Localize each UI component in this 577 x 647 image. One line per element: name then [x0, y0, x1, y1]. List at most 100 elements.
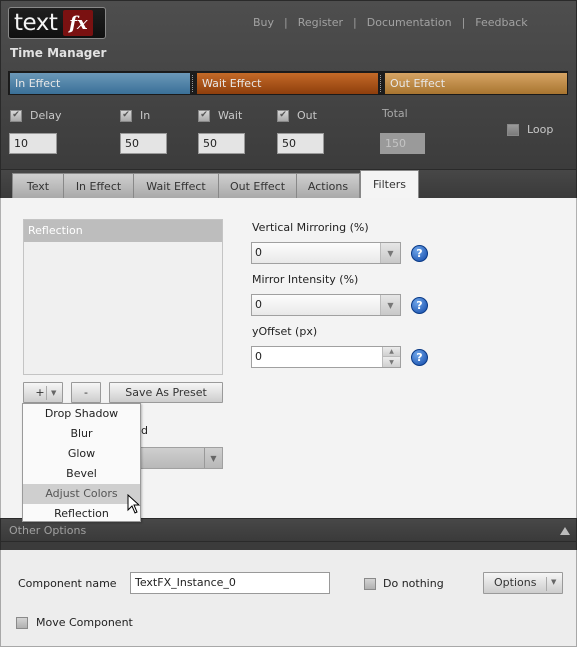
- menu-item-drop-shadow[interactable]: Drop Shadow: [23, 404, 140, 424]
- vertical-mirroring-select[interactable]: 0 ▼: [251, 242, 401, 264]
- logo-text: text: [14, 10, 58, 36]
- wait-checkbox-row[interactable]: ✔ Wait: [198, 109, 242, 122]
- dropdown-arrow-icon: ▼: [551, 578, 557, 586]
- dropdown-arrow-icon: ▼: [204, 448, 222, 468]
- other-options-panel: Component name TextFX_Instance_0 Do noth…: [0, 550, 577, 647]
- wait-checkbox[interactable]: ✔: [198, 109, 210, 122]
- loop-checkbox[interactable]: [507, 123, 519, 136]
- dropdown-arrow-icon: ▼: [51, 388, 57, 397]
- other-options-divider: [0, 542, 577, 550]
- mirror-intensity-value: 0: [255, 298, 262, 311]
- move-component-label: Move Component: [36, 616, 133, 629]
- nav-link-buy[interactable]: Buy: [253, 16, 274, 29]
- yoffset-label: yOffset (px): [252, 325, 318, 338]
- dropdown-arrow-icon[interactable]: ▼: [380, 243, 400, 263]
- effect-timeline: In Effect Wait Effect Out Effect: [8, 71, 568, 95]
- loop-checkbox-row[interactable]: Loop: [507, 123, 553, 136]
- move-component-checkbox[interactable]: [16, 616, 28, 629]
- tab-wait-effect[interactable]: Wait Effect: [133, 173, 219, 198]
- tab-out-effect[interactable]: Out Effect: [218, 173, 297, 198]
- stepper-up-icon[interactable]: ▲: [382, 347, 400, 357]
- stepper-down-icon[interactable]: ▼: [382, 357, 400, 367]
- menu-item-reflection[interactable]: Reflection: [23, 504, 140, 524]
- mirror-intensity-select[interactable]: 0 ▼: [251, 294, 401, 316]
- mirror-intensity-label: Mirror Intensity (%): [252, 273, 359, 286]
- textfx-logo: text fx: [8, 7, 106, 39]
- menu-item-glow[interactable]: Glow: [23, 444, 140, 464]
- delay-checkbox-row[interactable]: ✔ Delay: [10, 109, 62, 122]
- out-checkbox[interactable]: ✔: [277, 109, 289, 122]
- top-navigation: Buy | Register | Documentation | Feedbac…: [253, 16, 528, 29]
- do-nothing-label: Do nothing: [383, 577, 444, 590]
- filter-list[interactable]: Reflection: [23, 219, 223, 375]
- timeline-handle[interactable]: [192, 75, 194, 92]
- help-icon[interactable]: ?: [411, 297, 428, 314]
- in-input[interactable]: 50: [120, 133, 167, 154]
- do-nothing-checkbox[interactable]: [364, 577, 376, 590]
- out-checkbox-row[interactable]: ✔ Out: [277, 109, 317, 122]
- in-label: In: [140, 109, 151, 122]
- tab-in-effect[interactable]: In Effect: [63, 173, 134, 198]
- menu-item-adjust-colors[interactable]: Adjust Colors: [23, 484, 140, 504]
- preset-select[interactable]: ▼: [131, 447, 223, 469]
- move-component-checkbox-row[interactable]: Move Component: [16, 616, 133, 629]
- timeline-segment-wait[interactable]: Wait Effect: [197, 73, 378, 94]
- help-icon[interactable]: ?: [411, 349, 428, 366]
- tab-actions[interactable]: Actions: [296, 173, 360, 198]
- yoffset-stepper[interactable]: 0 ▲ ▼: [251, 346, 401, 368]
- menu-item-bevel[interactable]: Bevel: [23, 464, 140, 484]
- checkmark-icon: ✔: [122, 110, 130, 120]
- component-name-input[interactable]: TextFX_Instance_0: [130, 572, 330, 594]
- checkmark-icon: ✔: [12, 110, 20, 120]
- add-filter-button[interactable]: + ▼: [23, 382, 63, 403]
- list-item[interactable]: Reflection: [24, 220, 222, 242]
- vertical-mirroring-value: 0: [255, 246, 262, 259]
- nav-separator: |: [461, 16, 466, 29]
- checkmark-icon: ✔: [279, 110, 287, 120]
- menu-item-blur[interactable]: Blur: [23, 424, 140, 444]
- component-name-label: Component name: [18, 577, 117, 590]
- mouse-cursor-icon: [127, 494, 141, 514]
- remove-filter-button[interactable]: -: [71, 382, 101, 403]
- do-nothing-checkbox-row[interactable]: Do nothing: [364, 577, 444, 590]
- nav-link-feedback[interactable]: Feedback: [475, 16, 527, 29]
- nav-separator: |: [353, 16, 357, 29]
- nav-separator: |: [284, 16, 288, 29]
- panel-title: Time Manager: [10, 46, 107, 60]
- options-label: Options: [494, 576, 537, 589]
- delay-checkbox[interactable]: ✔: [10, 109, 22, 122]
- total-input: 150: [380, 133, 425, 154]
- checkmark-icon: ✔: [200, 110, 208, 120]
- partially-hidden-label: d: [141, 424, 148, 437]
- in-checkbox[interactable]: ✔: [120, 109, 132, 122]
- in-checkbox-row[interactable]: ✔ In: [120, 109, 150, 122]
- timeline-handle[interactable]: [380, 75, 382, 92]
- options-button[interactable]: Options ▼: [483, 572, 563, 594]
- delay-input[interactable]: 10: [9, 133, 57, 154]
- nav-link-register[interactable]: Register: [298, 16, 343, 29]
- time-manager-header: text fx Buy | Register | Documentation |…: [0, 0, 577, 170]
- total-label: Total: [382, 107, 408, 120]
- save-as-preset-button[interactable]: Save As Preset: [109, 382, 223, 403]
- nav-link-documentation[interactable]: Documentation: [367, 16, 452, 29]
- logo-fx-badge: fx: [63, 10, 94, 36]
- out-input[interactable]: 50: [277, 133, 324, 154]
- timeline-segment-out[interactable]: Out Effect: [385, 73, 567, 94]
- vertical-mirroring-label: Vertical Mirroring (%): [252, 221, 369, 234]
- add-filter-menu: Drop Shadow Blur Glow Bevel Adjust Color…: [22, 403, 141, 522]
- collapse-icon[interactable]: [560, 527, 570, 535]
- wait-label: Wait: [218, 109, 243, 122]
- wait-input[interactable]: 50: [198, 133, 245, 154]
- yoffset-value: 0: [255, 350, 262, 363]
- tab-bar: Text In Effect Wait Effect Out Effect Ac…: [0, 170, 577, 198]
- button-divider: [46, 386, 47, 400]
- timeline-segment-in[interactable]: In Effect: [10, 73, 190, 94]
- out-label: Out: [297, 109, 317, 122]
- delay-label: Delay: [30, 109, 62, 122]
- help-icon[interactable]: ?: [411, 245, 428, 262]
- dropdown-arrow-icon[interactable]: ▼: [380, 295, 400, 315]
- other-options-title: Other Options: [9, 524, 87, 537]
- loop-label: Loop: [527, 123, 554, 136]
- tab-text[interactable]: Text: [12, 173, 64, 198]
- tab-filters[interactable]: Filters: [360, 170, 419, 198]
